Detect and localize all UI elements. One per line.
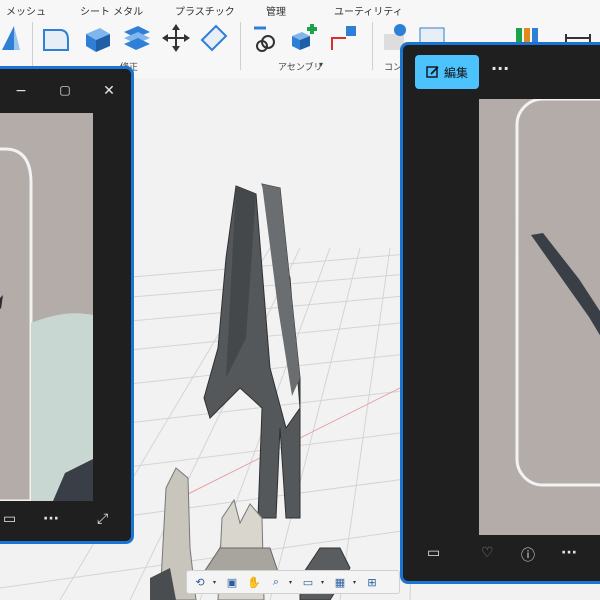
chevron-down-icon[interactable]: ▾ [353,579,359,586]
crop-button[interactable]: ▭ [3,511,16,527]
favorite-button[interactable]: ♡ [481,545,494,561]
assemble-dropdown-icon[interactable]: ▾ [319,60,323,69]
filmstrip-button[interactable]: ▭ [427,545,440,561]
photo-preview [0,113,93,501]
edit-button[interactable]: 編集 [415,55,479,89]
tab-mesh[interactable]: メッシュ [6,3,46,18]
chevron-down-icon[interactable]: ▾ [321,579,327,586]
zoom-icon[interactable]: ⌕ [267,573,285,591]
fillet-tool-icon[interactable] [40,22,72,54]
chevron-down-icon[interactable]: ▾ [289,579,295,586]
display-settings-icon[interactable]: ▭ [299,573,317,591]
pan-icon[interactable]: ✋ [245,573,263,591]
ribbon-separator [240,22,241,70]
align-tool-icon[interactable] [198,22,230,54]
new-component-icon[interactable] [288,22,320,54]
tab-plastic[interactable]: プラスチック [175,3,235,18]
close-button[interactable]: ✕ [99,83,119,99]
grid-settings-icon[interactable]: ▦ [331,573,349,591]
chevron-down-icon[interactable]: ▾ [213,579,219,586]
photo-content [515,99,600,487]
tab-sheet-metal[interactable]: シート メタル [80,3,143,18]
rigid-group-icon[interactable] [328,22,360,54]
photo-preview [479,99,600,535]
assemble-group-label[interactable]: アセンブリ [278,60,323,73]
right-photo-window: 編集 ··· ▭ ♡ ⓘ ··· [400,42,600,584]
navigation-bar: ⟲ ▾ ▣ ✋ ⌕ ▾ ▭ ▾ ▦ ▾ ⊞ [186,570,400,594]
press-pull-icon[interactable] [80,22,112,54]
maximize-button[interactable]: ▢ [55,83,75,97]
move-tool-icon[interactable] [160,22,192,54]
expand-button[interactable]: ⤢ [97,511,108,527]
tab-manage[interactable]: 管理 [266,3,286,18]
look-at-icon[interactable]: ▣ [223,573,241,591]
photo-content [0,147,93,501]
edit-button-label: 編集 [443,65,468,80]
tab-utilities[interactable]: ユーティリティ [334,3,403,18]
minimize-button[interactable]: − [11,83,31,99]
left-photo-window: − ▢ ✕ ▭ ··· ⤢ [0,66,134,544]
shell-tool-icon[interactable] [120,22,152,54]
info-button[interactable]: ⓘ [521,545,535,565]
more-options-button[interactable]: ··· [561,545,577,561]
joint-tool-icon[interactable] [250,22,282,54]
orbit-icon[interactable]: ⟲ [191,573,209,591]
ribbon-separator [372,22,373,70]
tall-model-part [203,183,301,519]
ribbon-separator [32,22,33,70]
edit-icon [426,66,439,78]
extrude-tool-icon[interactable] [0,22,32,54]
more-options-button[interactable]: ··· [491,59,509,78]
more-options-button[interactable]: ··· [43,511,59,527]
viewports-icon[interactable]: ⊞ [363,573,381,591]
